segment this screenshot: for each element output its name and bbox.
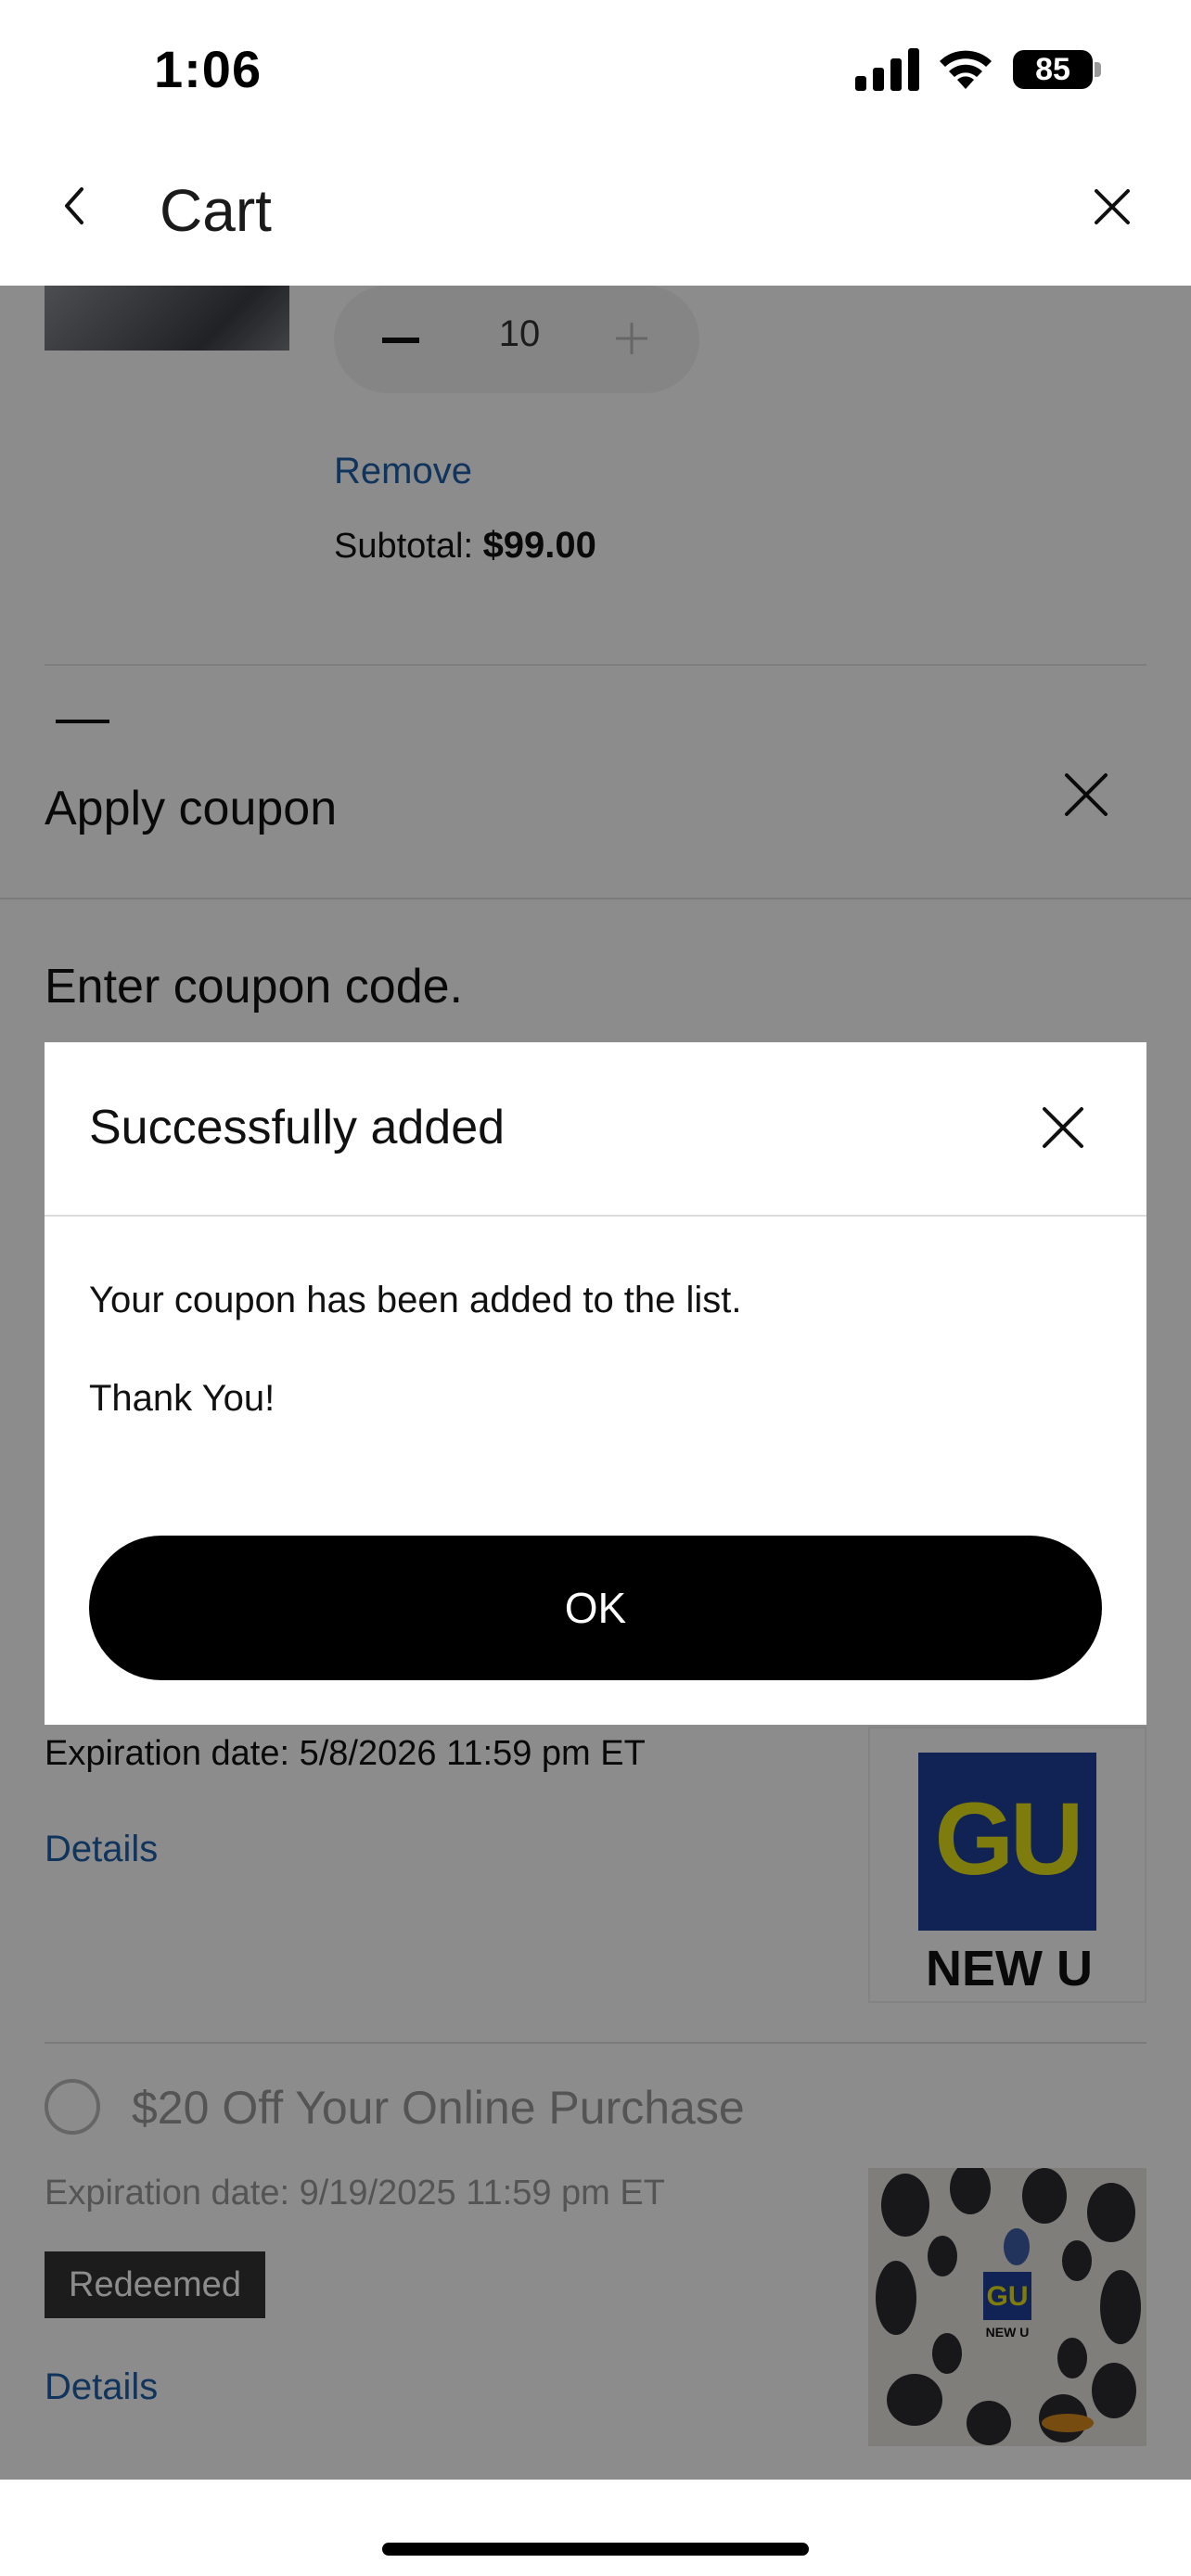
page-title: Cart [160,177,272,244]
dialog-title: Successfully added [89,1101,506,1154]
nav-bar: Cart [0,139,1191,286]
close-icon[interactable] [1039,1103,1087,1152]
battery-icon: 85 [1013,48,1102,91]
divider [45,1215,1146,1217]
dialog-message: Your coupon has been added to the list. [89,1280,742,1320]
home-area [0,2480,1191,2576]
back-chevron-icon[interactable] [52,178,98,234]
wifi-icon [940,50,992,89]
dialog-thanks: Thank You! [89,1378,275,1419]
success-dialog: Successfully added Your coupon has been … [45,1042,1146,1725]
battery-level: 85 [1035,52,1070,87]
status-bar: 1:06 85 [0,0,1191,139]
close-icon[interactable] [1089,184,1135,230]
ok-button[interactable]: OK [89,1536,1102,1680]
status-time: 1:06 [154,40,263,98]
cellular-signal-icon [855,48,919,91]
home-indicator[interactable] [382,2543,809,2556]
